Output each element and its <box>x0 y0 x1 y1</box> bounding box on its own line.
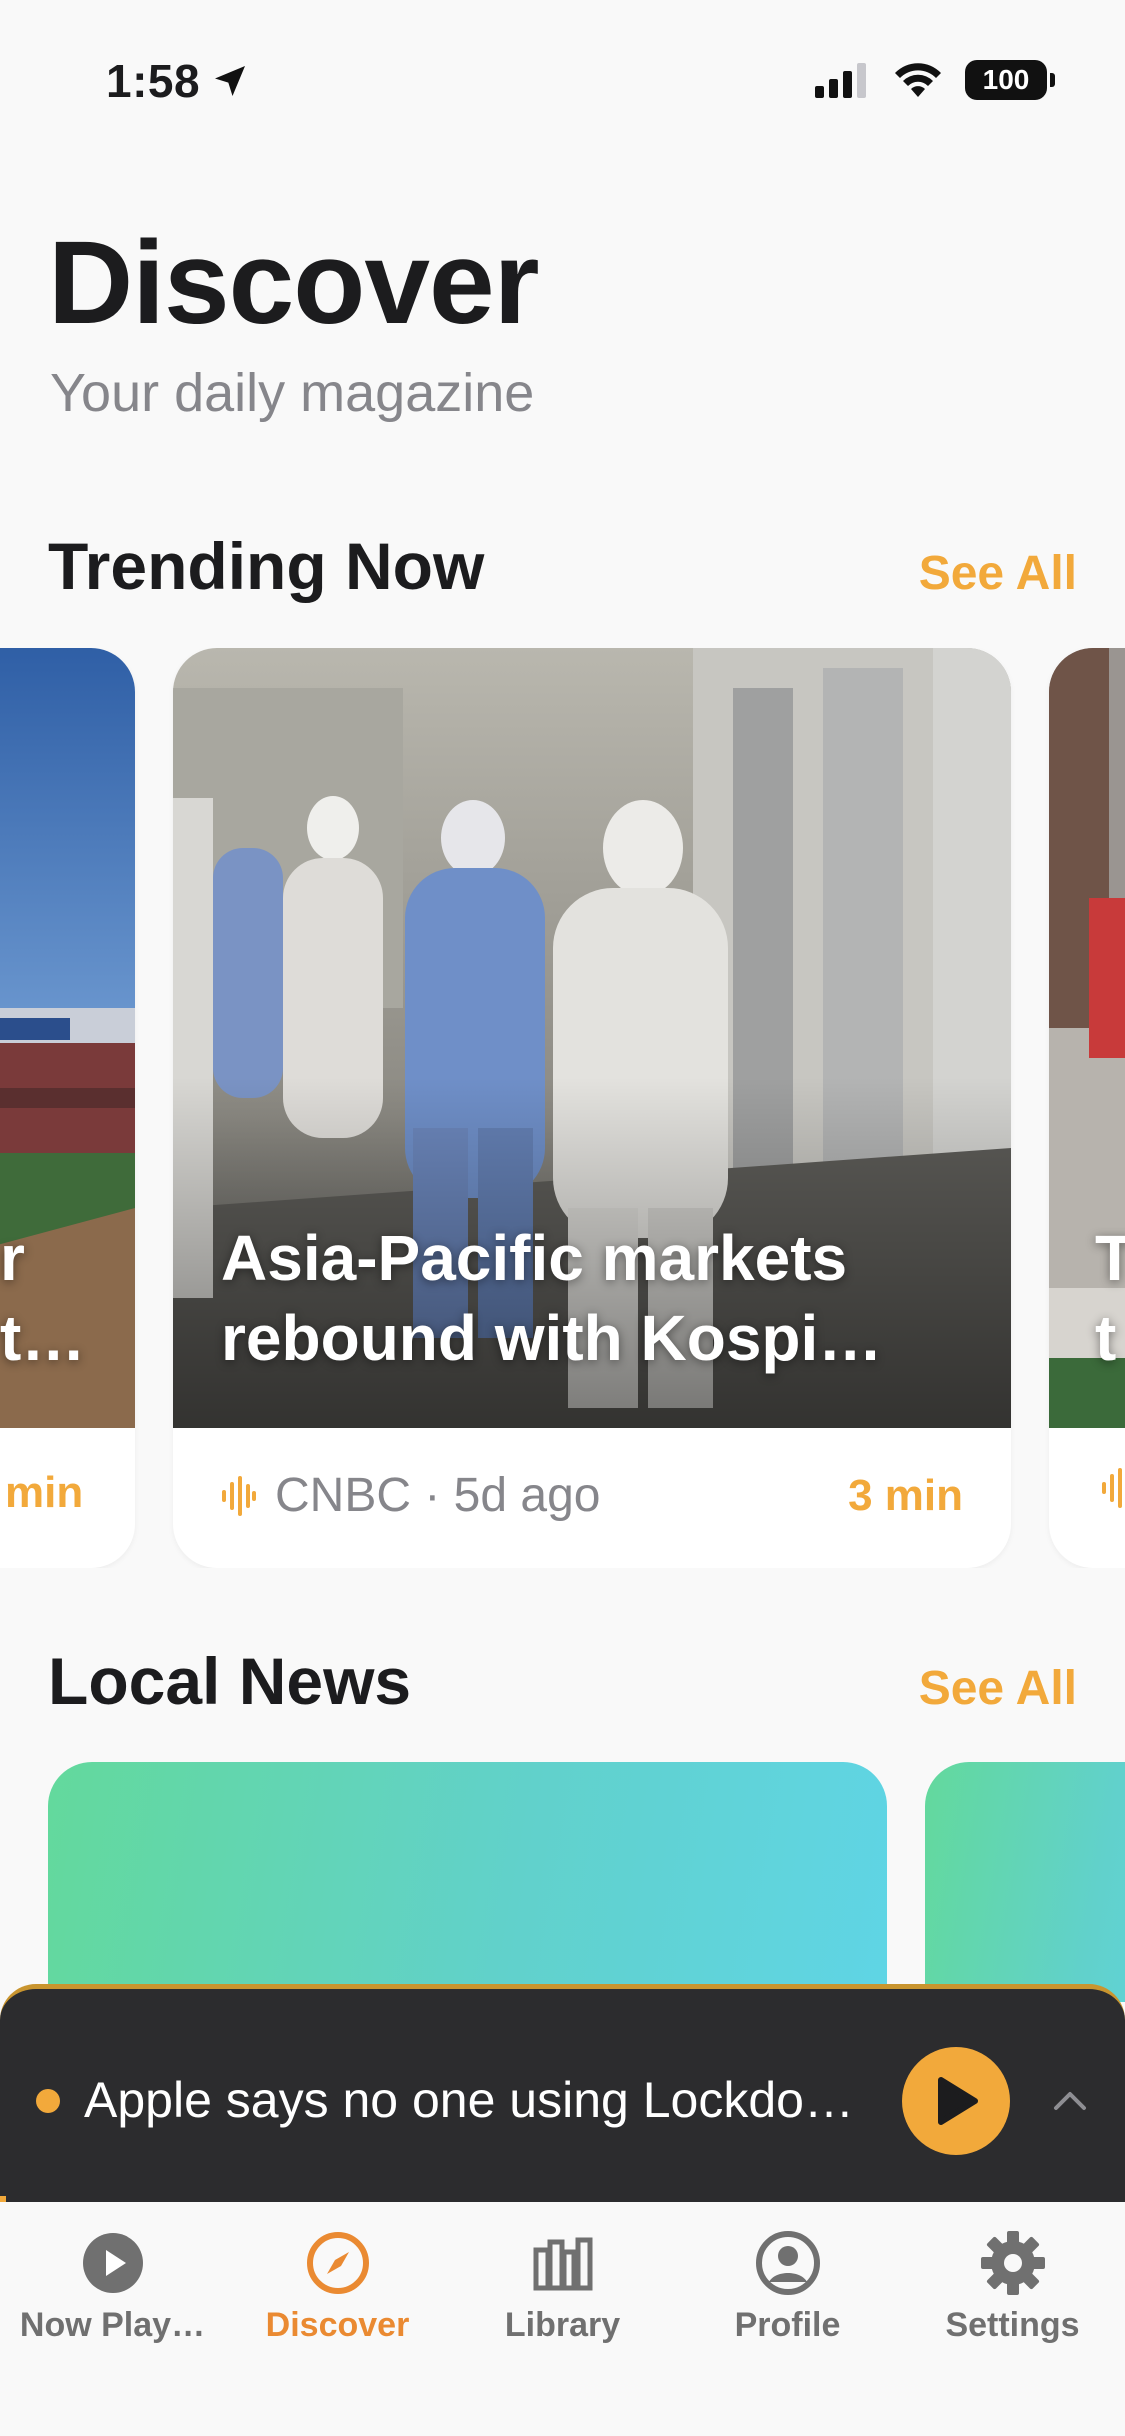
location-arrow-icon <box>215 66 246 96</box>
card-source: CNBC · 5d ago <box>221 1468 600 1523</box>
source-label: CNBC · 5d ago <box>275 1469 601 1522</box>
audio-wave-icon <box>222 1475 256 1516</box>
page-title: Discover <box>48 217 540 349</box>
trending-carousel[interactable]: r t… min Asia-Pacific markets rebound wi… <box>0 648 1125 1568</box>
tab-now-playing[interactable]: Now Play… <box>0 2202 225 2436</box>
status-time: 1:58 <box>106 54 250 108</box>
trending-card-main[interactable]: Asia-Pacific markets rebound with Kospi…… <box>173 648 1011 1568</box>
page-subtitle: Your daily magazine <box>50 363 535 423</box>
status-bar: 1:58 100 <box>0 0 1125 150</box>
gear-icon <box>980 2231 1045 2295</box>
audio-wave-icon <box>1102 1468 1122 1508</box>
local-news-card-next[interactable] <box>925 1762 1125 2002</box>
compass-icon <box>306 2232 369 2294</box>
trending-section-header: Trending Now See All <box>48 528 1077 604</box>
mini-player-title[interactable]: Apple says no one using Lockdo… <box>84 2071 854 2129</box>
library-books-icon <box>533 2237 592 2291</box>
tab-label: Discover <box>265 2306 410 2344</box>
play-button[interactable] <box>902 2047 1010 2155</box>
trending-card-footer <box>1101 1468 1125 1508</box>
trending-card-caption: T t <box>1095 1222 1125 1374</box>
tab-bar: Now Play… Discover Library Profile Setti… <box>0 2202 1125 2436</box>
tab-label: Now Play… <box>19 2306 206 2344</box>
tab-library[interactable]: Library <box>450 2202 675 2436</box>
battery-icon: 100 <box>965 60 1055 100</box>
trending-see-all-button[interactable]: See All <box>919 546 1077 601</box>
status-indicators: 100 <box>815 60 1055 100</box>
local-news-see-all-button[interactable]: See All <box>919 1661 1077 1716</box>
local-news-card[interactable] <box>48 1762 887 2002</box>
trending-card-previous[interactable]: r t… min <box>0 648 135 1568</box>
read-time: min <box>5 1468 84 1517</box>
cellular-signal-icon <box>815 63 866 98</box>
tab-label: Profile <box>734 2306 841 2344</box>
trending-card-footer: CNBC · 5d ago 3 min <box>221 1468 963 1523</box>
mini-player[interactable]: Apple says no one using Lockdo… <box>0 1984 1125 2202</box>
playing-indicator-dot <box>36 2089 60 2113</box>
wifi-icon <box>895 63 941 97</box>
trending-card-footer: min <box>5 1468 87 1518</box>
battery-level: 100 <box>982 64 1030 95</box>
person-circle-icon <box>755 2231 820 2295</box>
trending-card-caption: Asia-Pacific markets rebound with Kospi… <box>221 1222 883 1374</box>
play-icon <box>938 2077 978 2125</box>
tab-discover[interactable]: Discover <box>225 2202 450 2436</box>
status-time-label: 1:58 <box>106 55 201 107</box>
read-time: 3 min <box>848 1470 963 1520</box>
tab-label: Library <box>504 2306 621 2344</box>
trending-card-caption: r t… <box>0 1222 86 1374</box>
tab-settings[interactable]: Settings <box>900 2202 1125 2436</box>
play-circle-icon <box>82 2233 143 2293</box>
tab-profile[interactable]: Profile <box>675 2202 900 2436</box>
trending-title: Trending Now <box>48 529 485 603</box>
local-news-carousel[interactable] <box>0 1762 1125 2002</box>
trending-card-next[interactable]: T t <box>1049 648 1125 1568</box>
chevron-up-icon[interactable] <box>1050 2081 1090 2121</box>
local-news-section-header: Local News See All <box>48 1643 1077 1719</box>
tab-label: Settings <box>945 2306 1080 2344</box>
local-news-title: Local News <box>48 1644 412 1718</box>
